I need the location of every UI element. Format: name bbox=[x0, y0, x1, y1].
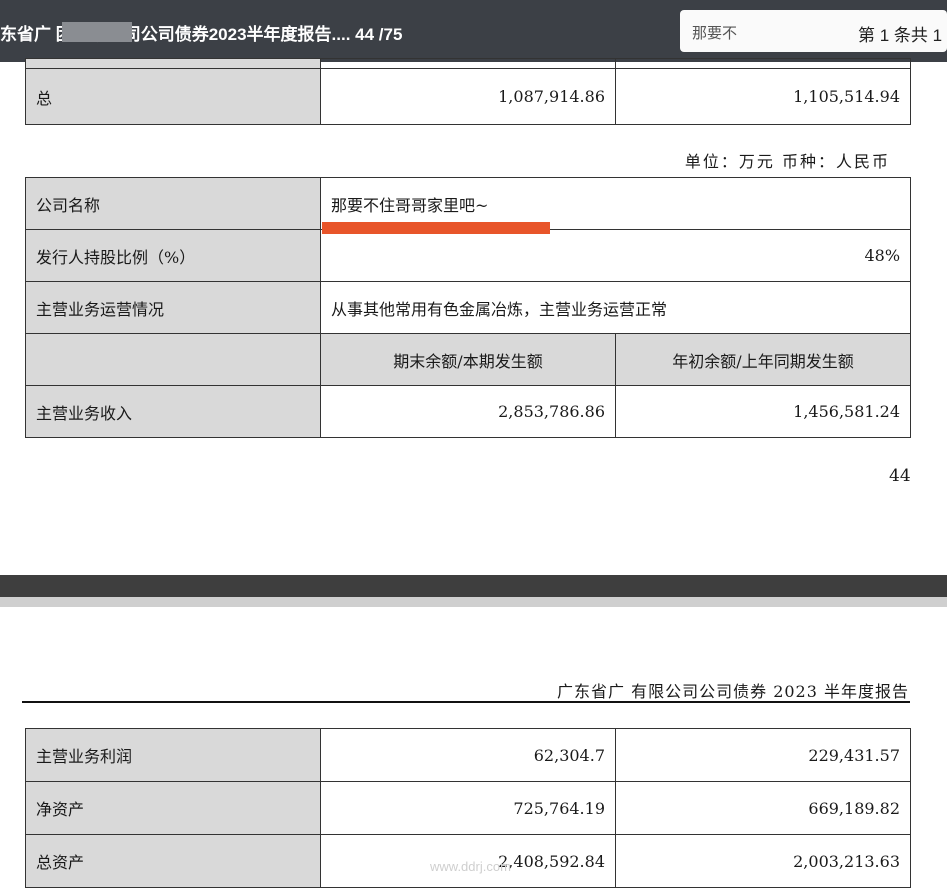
row-label: 净资产 bbox=[25, 781, 321, 835]
revenue-previous: 1,456,581.24 bbox=[614, 385, 912, 438]
company-name-label: 公司名称 bbox=[25, 177, 321, 230]
search-result-count: 第 1 条共 1 bbox=[858, 26, 943, 45]
revenue-current: 2,853,786.86 bbox=[320, 385, 616, 438]
header-rule bbox=[22, 701, 910, 703]
search-input[interactable]: 那要不 bbox=[692, 22, 737, 43]
row-current: 725,764.19 bbox=[320, 781, 616, 835]
next-page-header: 广东省广 有限公司公司债券 2023 半年度报告 bbox=[557, 682, 909, 701]
row-previous: 2,003,213.63 bbox=[615, 834, 911, 888]
watermark: www.ddrj.com bbox=[430, 859, 511, 874]
asset-table-top: 总 1,087,914.86 1,105,514.94 bbox=[25, 58, 911, 125]
redaction-blur bbox=[62, 22, 132, 42]
search-box[interactable]: 那要不 第 1 条共 1 bbox=[680, 10, 947, 52]
total-current: 1,087,914.86 bbox=[320, 68, 616, 125]
subsidiary-table: 公司名称 那要不住哥哥家里吧~ 发行人持股比例（%） 48% 主营业务运营情况 … bbox=[25, 177, 912, 438]
total-previous: 1,105,514.94 bbox=[615, 68, 911, 125]
total-label: 总 bbox=[25, 68, 321, 125]
row-label: 主营业务利润 bbox=[25, 728, 321, 782]
search-highlight-underline bbox=[322, 222, 550, 234]
holding-value: 48% bbox=[319, 229, 912, 282]
table-row: 净资产 725,764.19 669,189.82 bbox=[25, 781, 911, 835]
row-current: 62,304.7 bbox=[320, 728, 616, 782]
page-separator bbox=[0, 575, 947, 597]
row-previous: 229,431.57 bbox=[615, 728, 911, 782]
unit-note: 单位：万元 币种：人民币 bbox=[684, 152, 890, 171]
page-number: 44 bbox=[889, 466, 911, 486]
row-label: 总资产 bbox=[25, 834, 321, 888]
page-gap bbox=[0, 597, 947, 607]
table-row: 主营业务利润 62,304.7 229,431.57 bbox=[25, 728, 911, 782]
business-value: 从事其他常用有色金属冶炼，主营业务运营正常 bbox=[319, 281, 912, 334]
col-header-previous: 年初余额/上年同期发生额 bbox=[614, 333, 912, 386]
revenue-label: 主营业务收入 bbox=[25, 385, 321, 438]
document-title: 东省广 团有限公司公司债券2023半年度报告.... 44 /75 bbox=[0, 25, 403, 44]
business-label: 主营业务运营情况 bbox=[25, 281, 321, 334]
col-header-current: 期末余额/本期发生额 bbox=[320, 333, 616, 386]
holding-label: 发行人持股比例（%） bbox=[25, 229, 321, 282]
row-previous: 669,189.82 bbox=[615, 781, 911, 835]
